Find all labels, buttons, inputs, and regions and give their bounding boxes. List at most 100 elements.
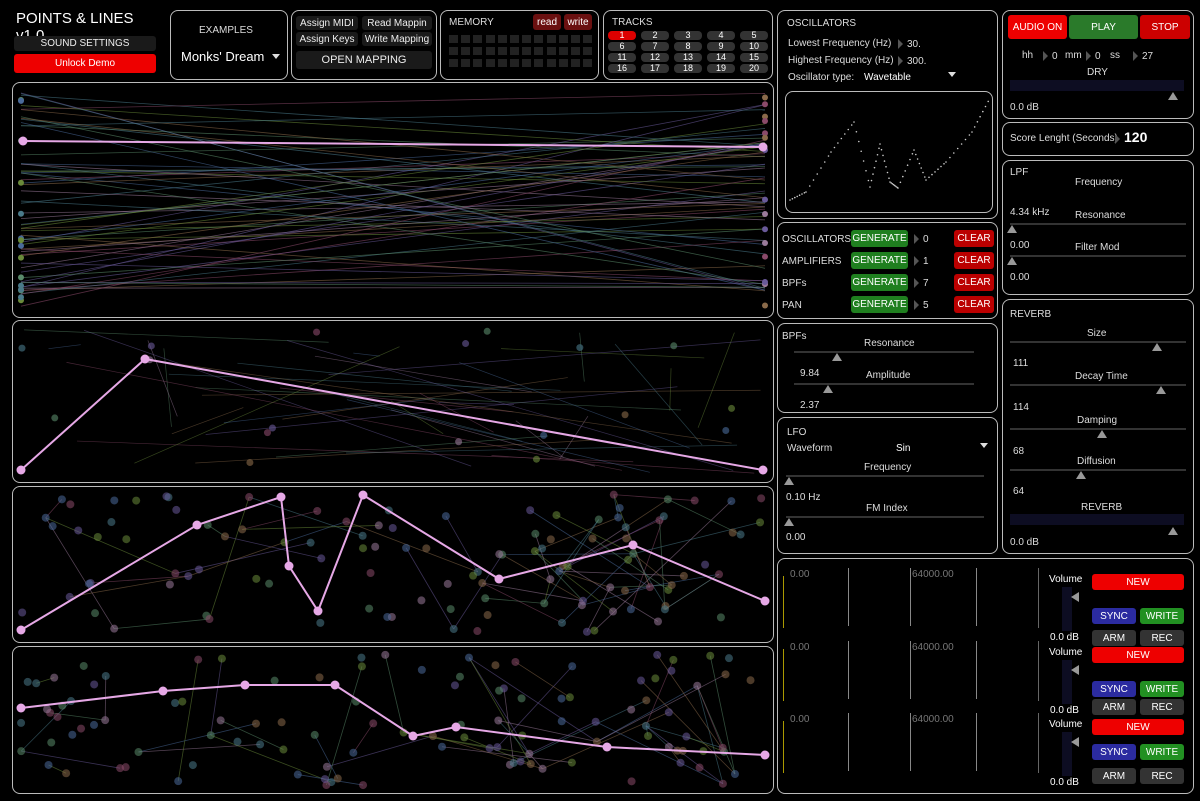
lowest-frequency-input[interactable]: 30. — [898, 39, 921, 50]
sync-button[interactable]: SYNC — [1092, 744, 1136, 760]
memory-slot[interactable] — [485, 47, 495, 55]
track-lane-3[interactable] — [12, 486, 774, 643]
rec-button[interactable]: REC — [1140, 699, 1184, 715]
track-button-5[interactable]: 5 — [740, 31, 768, 40]
memory-slot[interactable] — [485, 35, 495, 43]
new-button[interactable]: NEW — [1092, 719, 1184, 735]
memory-slot[interactable] — [522, 35, 532, 43]
stop-button[interactable]: STOP — [1140, 15, 1190, 39]
track-button-14[interactable]: 14 — [707, 53, 735, 62]
sound-settings-button[interactable]: SOUND SETTINGS — [14, 36, 156, 51]
memory-slot[interactable] — [461, 59, 471, 67]
play-button[interactable]: PLAY — [1069, 15, 1138, 39]
oscillator-type-dropdown[interactable]: Wavetable — [864, 72, 956, 83]
highest-frequency-input[interactable]: 300. — [898, 56, 926, 67]
pan-clear-button[interactable]: CLEAR — [954, 296, 994, 313]
waveform-dropdown[interactable]: Sin — [896, 443, 988, 454]
memory-slot[interactable] — [510, 59, 519, 67]
bpfs-generate-button[interactable]: GENERATE — [851, 274, 908, 291]
unlock-demo-button[interactable]: Unlock Demo — [14, 54, 156, 73]
amplifiers-count-input[interactable]: 1 — [914, 256, 929, 267]
bpf-amplitude-slider[interactable] — [794, 383, 974, 385]
dry-thumb[interactable] — [1168, 92, 1178, 100]
filter-mod-slider[interactable] — [1010, 255, 1186, 257]
memory-slot[interactable] — [583, 47, 593, 55]
pan-count-input[interactable]: 5 — [914, 300, 929, 311]
oscillators-generate-button[interactable]: GENERATE — [851, 230, 908, 247]
bpf-amplitude-thumb[interactable] — [823, 385, 833, 393]
new-button[interactable]: NEW — [1092, 647, 1184, 663]
memory-slot[interactable] — [534, 35, 544, 43]
ss-input[interactable]: 27 — [1133, 51, 1153, 62]
recorder-waveform[interactable]: 0.00 64000.00 — [782, 564, 1044, 632]
memory-write-button[interactable]: write — [564, 14, 592, 30]
memory-slot[interactable] — [583, 59, 593, 67]
memory-slot[interactable] — [558, 59, 568, 67]
recorder-waveform[interactable]: 0.00 64000.00 — [782, 709, 1044, 777]
reverb-level-slider[interactable] — [1010, 514, 1184, 525]
memory-slot[interactable] — [546, 47, 556, 55]
track-button-16[interactable]: 16 — [608, 64, 636, 73]
track-button-13[interactable]: 13 — [674, 53, 702, 62]
memory-slot[interactable] — [534, 47, 544, 55]
memory-slot[interactable] — [461, 47, 471, 55]
memory-slot[interactable] — [534, 59, 544, 67]
arm-button[interactable]: ARM — [1092, 768, 1136, 784]
rec-button[interactable]: REC — [1140, 768, 1184, 784]
lfo-frequency-slider[interactable] — [786, 475, 984, 477]
volume-thumb[interactable] — [1071, 592, 1079, 602]
track-button-10[interactable]: 10 — [740, 42, 768, 51]
rec-button[interactable]: REC — [1140, 630, 1184, 646]
score-length-input[interactable]: 120 — [1115, 129, 1147, 145]
track-button-9[interactable]: 9 — [707, 42, 735, 51]
memory-slot[interactable] — [449, 35, 458, 43]
memory-slot[interactable] — [497, 59, 507, 67]
memory-slot[interactable] — [558, 47, 568, 55]
track-lane-1[interactable] — [12, 82, 774, 318]
recorder-waveform[interactable]: 0.00 64000.00 — [782, 637, 1044, 705]
arm-button[interactable]: ARM — [1092, 699, 1136, 715]
hh-input[interactable]: 0 — [1043, 51, 1058, 62]
pan-generate-button[interactable]: GENERATE — [851, 296, 908, 313]
memory-slot[interactable] — [571, 35, 580, 43]
memory-slot[interactable] — [558, 35, 568, 43]
track-button-4[interactable]: 4 — [707, 31, 735, 40]
write-button[interactable]: WRITE — [1140, 744, 1184, 760]
fm-index-slider[interactable] — [786, 516, 984, 518]
decay-time-thumb[interactable] — [1156, 386, 1166, 394]
open-mapping-button[interactable]: OPEN MAPPING — [296, 51, 432, 69]
memory-slot[interactable] — [510, 47, 519, 55]
track-button-19[interactable]: 19 — [707, 64, 735, 73]
track-button-7[interactable]: 7 — [641, 42, 669, 51]
dry-slider[interactable] — [1010, 80, 1184, 91]
memory-slot[interactable] — [546, 35, 556, 43]
filter-mod-thumb[interactable] — [1007, 257, 1017, 265]
track-button-1[interactable]: 1 — [608, 31, 636, 40]
memory-read-button[interactable]: read — [533, 14, 561, 30]
memory-slot[interactable] — [522, 59, 532, 67]
memory-slot[interactable] — [485, 59, 495, 67]
oscillators-count-input[interactable]: 0 — [914, 234, 929, 245]
lpf-resonance-thumb[interactable] — [1007, 225, 1017, 233]
assign-midi-button[interactable]: Assign MIDI — [296, 16, 358, 30]
memory-slot[interactable] — [583, 35, 593, 43]
track-lane-4[interactable] — [12, 646, 774, 794]
track-button-20[interactable]: 20 — [740, 64, 768, 73]
bpfs-clear-button[interactable]: CLEAR — [954, 274, 994, 291]
bpf-resonance-slider[interactable] — [794, 351, 974, 353]
memory-slot[interactable] — [522, 47, 532, 55]
track-button-11[interactable]: 11 — [608, 53, 636, 62]
reverb-level-thumb[interactable] — [1168, 527, 1178, 535]
memory-slot[interactable] — [473, 47, 483, 55]
amplifiers-generate-button[interactable]: GENERATE — [851, 252, 908, 269]
diffusion-slider[interactable] — [1010, 469, 1186, 471]
sync-button[interactable]: SYNC — [1092, 608, 1136, 624]
mm-input[interactable]: 0 — [1086, 51, 1101, 62]
track-button-8[interactable]: 8 — [674, 42, 702, 51]
diffusion-thumb[interactable] — [1076, 471, 1086, 479]
memory-slot[interactable] — [497, 35, 507, 43]
memory-slot[interactable] — [497, 47, 507, 55]
examples-dropdown[interactable]: Monks' Dream — [181, 49, 281, 64]
write-button[interactable]: WRITE — [1140, 681, 1184, 697]
lpf-resonance-slider[interactable] — [1010, 223, 1186, 225]
